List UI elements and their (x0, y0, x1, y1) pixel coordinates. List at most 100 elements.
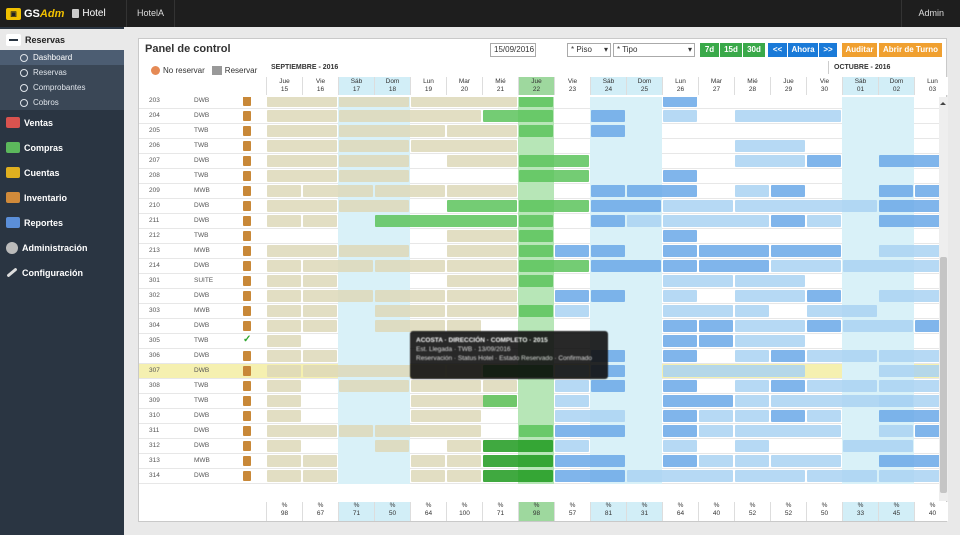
booking-block[interactable] (591, 215, 625, 227)
sidebar-sub-reservas[interactable]: Reservas (0, 65, 124, 80)
room-row[interactable]: 301 SUITE (139, 274, 939, 289)
booking-block[interactable] (699, 425, 733, 437)
booking-block[interactable] (555, 440, 589, 452)
day-header[interactable]: Lun 19 (410, 77, 446, 95)
booking-block[interactable] (339, 380, 409, 392)
booking-block[interactable] (735, 395, 769, 407)
booking-block[interactable] (267, 125, 337, 137)
booking-block[interactable] (339, 170, 409, 182)
booking-block[interactable] (735, 290, 805, 302)
booking-block[interactable] (879, 380, 939, 392)
booking-block[interactable] (735, 455, 769, 467)
booking-block[interactable] (807, 305, 877, 317)
room-row[interactable]: 207 DWB (139, 154, 939, 169)
booking-block[interactable] (267, 97, 337, 107)
sidebar-item-reservas[interactable]: Reservas (0, 29, 125, 50)
booking-block[interactable] (303, 275, 337, 287)
booking-block[interactable] (447, 125, 517, 137)
now-button[interactable]: Ahora (788, 43, 818, 57)
booking-block[interactable] (735, 440, 769, 452)
sidebar-sub-cobros[interactable]: Cobros (0, 95, 124, 110)
booking-block[interactable] (879, 155, 939, 167)
lock-icon[interactable] (243, 276, 251, 286)
booking-block[interactable] (375, 260, 445, 272)
booking-block[interactable] (555, 470, 625, 482)
booking-block[interactable] (735, 275, 805, 287)
booking-block[interactable] (663, 97, 697, 107)
audit-button[interactable]: Auditar (842, 43, 877, 57)
day-header[interactable]: Jue 29 (770, 77, 806, 95)
booking-block[interactable] (735, 185, 769, 197)
booking-block[interactable] (879, 365, 939, 377)
booking-block[interactable] (267, 275, 301, 287)
lock-icon[interactable] (243, 291, 251, 301)
booking-block[interactable] (411, 97, 517, 107)
booking-block[interactable] (447, 155, 517, 167)
booking-block[interactable] (663, 245, 697, 257)
booking-block[interactable] (519, 305, 553, 317)
booking-block[interactable] (267, 425, 337, 437)
booking-block[interactable] (303, 320, 337, 332)
booking-block[interactable] (663, 200, 733, 212)
booking-block[interactable] (663, 320, 697, 332)
booking-block[interactable] (807, 320, 841, 332)
booking-block[interactable] (663, 455, 697, 467)
booking-block[interactable] (267, 410, 301, 422)
lock-icon[interactable] (243, 321, 251, 331)
booking-block[interactable] (699, 410, 733, 422)
booking-block[interactable] (663, 410, 697, 422)
booking-block[interactable] (807, 290, 841, 302)
booking-block[interactable] (339, 425, 373, 437)
booking-block[interactable] (339, 110, 481, 122)
booking-block[interactable] (591, 245, 625, 257)
sidebar-item-reportes[interactable]: Reportes (0, 210, 124, 235)
scroll-thumb[interactable] (940, 257, 947, 493)
booking-block[interactable] (807, 155, 841, 167)
booking-block[interactable] (267, 350, 301, 362)
booking-block[interactable] (447, 185, 517, 197)
booking-block[interactable] (519, 125, 553, 137)
booking-block[interactable] (699, 455, 733, 467)
booking-block[interactable] (447, 275, 517, 287)
day-header[interactable]: Dom 25 (626, 77, 662, 95)
booking-block[interactable] (735, 110, 841, 122)
lock-icon[interactable] (243, 231, 251, 241)
booking-block[interactable] (303, 215, 337, 227)
booking-block[interactable] (375, 215, 517, 227)
booking-block[interactable] (663, 260, 697, 272)
lock-icon[interactable] (243, 366, 251, 376)
booking-block[interactable] (663, 275, 733, 287)
prev-button[interactable]: << (768, 43, 787, 57)
booking-block[interactable] (771, 410, 805, 422)
room-row[interactable]: 314 DWB (139, 469, 939, 484)
booking-block[interactable] (411, 410, 481, 422)
booking-block[interactable] (267, 110, 337, 122)
booking-block[interactable] (879, 185, 913, 197)
booking-block[interactable] (519, 425, 553, 437)
lock-icon[interactable] (243, 471, 251, 481)
booking-block[interactable] (375, 425, 481, 437)
room-row[interactable]: 211 DWB (139, 214, 939, 229)
booking-block[interactable] (447, 305, 517, 317)
booking-block[interactable] (339, 200, 409, 212)
next-button[interactable]: >> (819, 43, 837, 57)
booking-block[interactable] (303, 305, 337, 317)
booking-block[interactable] (771, 350, 805, 362)
booking-block[interactable] (771, 245, 841, 257)
booking-block[interactable] (411, 455, 445, 467)
booking-block[interactable] (303, 455, 337, 467)
lock-icon[interactable] (243, 381, 251, 391)
booking-block[interactable] (591, 185, 625, 197)
day-header[interactable]: Sáb 17 (338, 77, 374, 95)
booking-block[interactable] (375, 290, 445, 302)
lock-icon[interactable] (243, 411, 251, 421)
booking-block[interactable] (519, 275, 553, 287)
sidebar-item-ventas[interactable]: Ventas (0, 110, 124, 135)
lock-icon[interactable] (243, 246, 251, 256)
booking-block[interactable] (303, 185, 373, 197)
booking-block[interactable] (843, 320, 913, 332)
booking-block[interactable] (735, 155, 805, 167)
lock-icon[interactable] (243, 186, 251, 196)
booking-block[interactable] (555, 395, 589, 407)
booking-block[interactable] (663, 230, 697, 242)
